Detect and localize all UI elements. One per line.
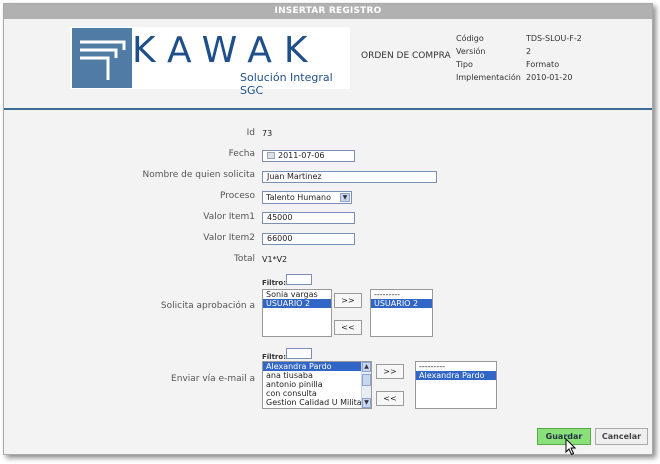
- logo-tagline: Solución Integral SGC: [240, 71, 333, 97]
- email-selected-list[interactable]: --------- Alexandra Pardo: [415, 361, 497, 409]
- scroll-down-icon[interactable]: ▼: [362, 398, 371, 408]
- logo-wordmark: KAWAK: [132, 30, 320, 71]
- list-item[interactable]: antonio pinilla: [263, 380, 371, 389]
- list-item[interactable]: ana tiusaba: [263, 371, 371, 380]
- save-button[interactable]: Guardar: [537, 428, 591, 445]
- document-title: ORDEN DE COMPRA: [361, 51, 451, 61]
- aprobacion-filter-label: Filtro:: [262, 279, 286, 287]
- proceso-label: Proceso: [220, 191, 255, 201]
- aprobacion-remove-button[interactable]: <<: [334, 320, 362, 335]
- total-label: Total: [233, 254, 255, 264]
- list-item[interactable]: ---------: [416, 362, 496, 371]
- cancel-button[interactable]: Cancelar: [595, 428, 648, 445]
- insert-record-window: INSERTAR REGISTRO KAWAK Solución Integra…: [3, 3, 653, 456]
- aprobacion-label: Solicita aprobación a: [160, 301, 255, 311]
- list-item[interactable]: Alexandra Pardo: [416, 371, 496, 380]
- solicitante-label: Nombre de quien solicita: [142, 170, 255, 180]
- total-value: V1*V2: [262, 255, 288, 264]
- email-filter-label: Filtro:: [262, 353, 286, 361]
- mouse-cursor-icon: [565, 438, 577, 456]
- item1-label: Valor Item1: [203, 212, 255, 222]
- meta-row: Versión 2: [456, 47, 532, 56]
- list-item[interactable]: con consulta: [263, 389, 371, 398]
- kawak-logo: KAWAK Solución Integral SGC: [70, 27, 350, 97]
- calendar-icon[interactable]: [267, 152, 275, 159]
- item1-field[interactable]: 45000: [262, 212, 355, 224]
- id-value: 73: [262, 129, 273, 138]
- chevron-down-icon[interactable]: ▼: [340, 193, 350, 202]
- list-item[interactable]: USUARIO 2: [371, 299, 432, 308]
- logo-mark-icon: [72, 28, 132, 88]
- proceso-select[interactable]: Talento Humano ▼: [262, 191, 352, 204]
- item2-field[interactable]: 66000: [262, 233, 355, 245]
- document-meta: Código TDS-SLOU-F-2 Versión 2 Tipo Formato …: [456, 32, 582, 84]
- aprobacion-add-button[interactable]: >>: [334, 293, 362, 308]
- email-remove-button[interactable]: <<: [376, 391, 404, 406]
- scroll-up-icon[interactable]: ▲: [362, 362, 371, 372]
- aprobacion-filter-input[interactable]: [286, 274, 312, 285]
- list-item[interactable]: Alexandra Pardo: [263, 362, 371, 371]
- scroll-thumb[interactable]: [362, 374, 371, 386]
- solicitante-field[interactable]: Juan Martinez: [262, 171, 437, 183]
- email-label: Enviar vía e-mail a: [171, 374, 255, 384]
- id-label: Id: [246, 128, 255, 138]
- meta-row: Código TDS-SLOU-F-2: [456, 34, 582, 43]
- window-title: INSERTAR REGISTRO: [4, 4, 652, 19]
- fecha-field[interactable]: 2011-07-06: [262, 150, 355, 162]
- meta-row: Tipo Formato: [456, 60, 560, 69]
- item2-label: Valor Item2: [203, 233, 255, 243]
- fecha-label: Fecha: [228, 149, 255, 159]
- aprobacion-selected-list[interactable]: --------- USUARIO 2: [370, 289, 433, 337]
- email-add-button[interactable]: >>: [376, 364, 404, 379]
- list-item[interactable]: Gestion Calidad U Militar: [263, 398, 371, 407]
- email-available-list[interactable]: Alexandra Pardo ana tiusaba antonio pini…: [262, 361, 372, 409]
- email-filter-input[interactable]: [286, 348, 312, 359]
- list-item[interactable]: USUARIO 2: [263, 299, 331, 308]
- aprobacion-available-list[interactable]: Sonia vargas USUARIO 2: [262, 289, 332, 337]
- email-list-scrollbar[interactable]: ▲ ▼: [361, 362, 371, 408]
- meta-row: Implementación 2010-01-20: [456, 73, 573, 82]
- list-item[interactable]: Sonia vargas: [263, 290, 331, 299]
- header-divider: [4, 108, 652, 110]
- list-item[interactable]: ---------: [371, 290, 432, 299]
